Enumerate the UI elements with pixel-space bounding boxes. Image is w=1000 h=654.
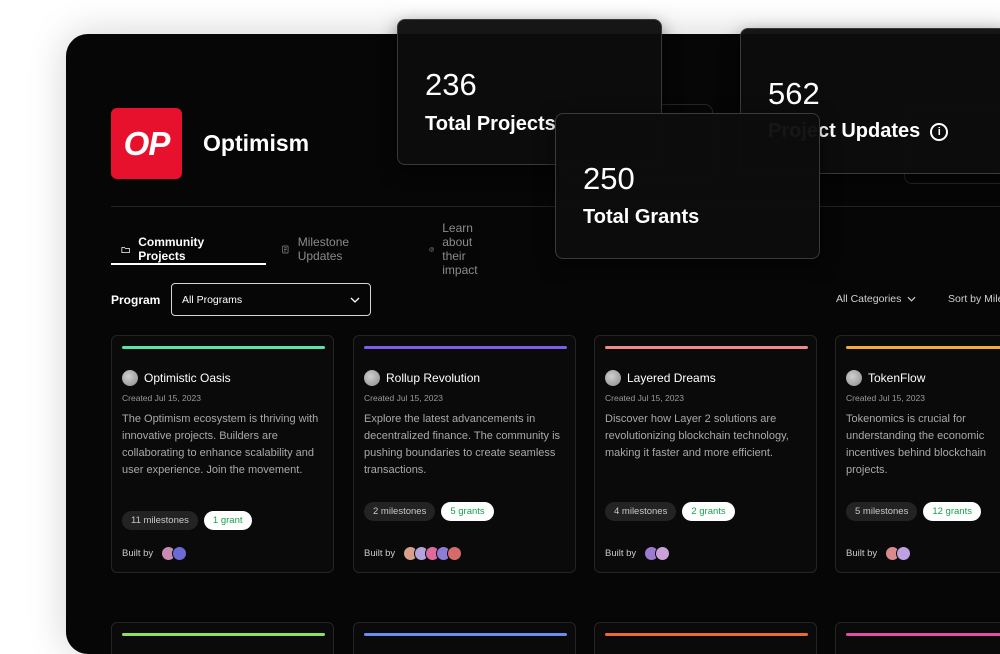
tab-learn-impact[interactable]: Learn about their impact bbox=[429, 221, 487, 277]
project-card[interactable]: Layered Dreams Created Jul 15, 2023 Disc… bbox=[594, 335, 817, 573]
milestones-badge: 2 milestones bbox=[364, 502, 436, 521]
avatar bbox=[447, 546, 463, 561]
stat-value: 236 bbox=[425, 67, 477, 102]
card-accent-bar bbox=[605, 633, 808, 636]
stat-card-total-grants: 250 Total Grants bbox=[555, 113, 820, 259]
project-card[interactable] bbox=[353, 622, 576, 654]
project-avatar bbox=[122, 370, 138, 386]
card-title-text: Rollup Revolution bbox=[386, 371, 481, 385]
project-card[interactable]: Rollup Revolution Created Jul 15, 2023 E… bbox=[353, 335, 576, 573]
built-by: Built by bbox=[122, 546, 188, 561]
card-title: Rollup Revolution bbox=[364, 370, 480, 386]
stat-value: 250 bbox=[583, 161, 635, 196]
card-created-date: Created Jul 15, 2023 bbox=[846, 393, 925, 403]
org-name: Optimism bbox=[203, 130, 310, 156]
built-by: Built by bbox=[605, 546, 671, 561]
tab-milestone-updates[interactable]: Milestone Updates bbox=[281, 234, 355, 264]
stat-label: Total Projects bbox=[425, 113, 556, 135]
program-selected-value: All Programs bbox=[182, 293, 243, 306]
active-tab-indicator bbox=[111, 263, 266, 265]
card-description: The Optimism ecosystem is thriving with … bbox=[122, 413, 319, 476]
card-accent-bar bbox=[605, 346, 808, 349]
chevron-down-icon bbox=[350, 297, 360, 303]
grants-badge: 5 grants bbox=[441, 502, 494, 521]
built-by-label: Built by bbox=[846, 548, 878, 559]
project-card[interactable] bbox=[594, 622, 817, 654]
card-created-date: Created Jul 15, 2023 bbox=[364, 393, 443, 403]
project-avatar bbox=[364, 370, 380, 386]
folder-icon bbox=[121, 246, 130, 253]
sort-filter[interactable]: Sort by Milestones bbox=[948, 293, 1000, 305]
card-created-date: Created Jul 15, 2023 bbox=[605, 393, 684, 403]
project-card[interactable] bbox=[111, 622, 334, 654]
built-by-label: Built by bbox=[605, 548, 637, 559]
card-description: Explore the latest advancements in decen… bbox=[364, 413, 561, 476]
card-title-text: TokenFlow bbox=[868, 371, 926, 385]
chevron-down-icon bbox=[907, 296, 916, 302]
card-description: Tokenomics is crucial for understanding … bbox=[846, 413, 987, 476]
avatar bbox=[172, 546, 188, 561]
card-title: Layered Dreams bbox=[605, 370, 716, 386]
tab-community-projects[interactable]: Community Projects bbox=[121, 234, 210, 264]
info-icon[interactable]: i bbox=[930, 122, 949, 141]
card-title-text: Optimistic Oasis bbox=[144, 371, 231, 385]
avatar bbox=[655, 546, 671, 561]
grants-badge: 1 grant bbox=[203, 511, 252, 530]
card-badges: 2 milestones 5 grants bbox=[364, 502, 494, 521]
card-accent-bar bbox=[846, 346, 1000, 349]
built-by-label: Built by bbox=[122, 548, 154, 559]
card-title-text: Layered Dreams bbox=[627, 371, 716, 385]
built-by-label: Built by bbox=[364, 548, 396, 559]
tab-label: Community Projects bbox=[138, 235, 205, 263]
milestones-badge: 5 milestones bbox=[846, 502, 918, 521]
card-accent-bar bbox=[122, 633, 325, 636]
card-accent-bar bbox=[846, 633, 1000, 636]
category-filter-label: All Categories bbox=[836, 293, 902, 305]
card-created-date: Created Jul 15, 2023 bbox=[122, 393, 201, 403]
card-title: Optimistic Oasis bbox=[122, 370, 231, 386]
card-description: Discover how Layer 2 solutions are revol… bbox=[605, 413, 789, 459]
tab-label: Milestone Updates bbox=[297, 235, 350, 263]
card-badges: 11 milestones 1 grant bbox=[122, 511, 252, 530]
project-avatar bbox=[605, 370, 621, 386]
stat-value: 562 bbox=[768, 76, 820, 111]
stat-label: Total Grants bbox=[583, 206, 700, 228]
target-icon bbox=[429, 246, 434, 252]
tab-label: Learn about their impact bbox=[442, 221, 478, 277]
category-filter[interactable]: All Categories bbox=[836, 293, 916, 305]
optimism-logo: OP bbox=[111, 108, 182, 179]
grants-badge: 2 grants bbox=[682, 502, 735, 521]
logo-text: OP bbox=[123, 124, 171, 162]
card-badges: 4 milestones 2 grants bbox=[605, 502, 735, 521]
avatar bbox=[896, 546, 912, 561]
milestones-badge: 4 milestones bbox=[605, 502, 677, 521]
project-card[interactable]: TokenFlow Created Jul 15, 2023 Tokenomic… bbox=[835, 335, 1000, 573]
project-card[interactable] bbox=[835, 622, 1000, 654]
project-avatar bbox=[846, 370, 862, 386]
milestones-badge: 11 milestones bbox=[122, 511, 198, 530]
sort-filter-label: Sort by Milestones bbox=[948, 293, 1000, 305]
card-accent-bar bbox=[122, 346, 325, 349]
built-by: Built by bbox=[846, 546, 912, 561]
grants-badge: 12 grants bbox=[923, 502, 981, 521]
built-by: Built by bbox=[364, 546, 463, 561]
card-accent-bar bbox=[364, 346, 567, 349]
card-badges: 5 milestones 12 grants bbox=[846, 502, 981, 521]
program-label: Program bbox=[111, 293, 161, 307]
builder-avatars bbox=[885, 546, 912, 561]
project-card[interactable]: Optimistic Oasis Created Jul 15, 2023 Th… bbox=[111, 335, 334, 573]
card-accent-bar bbox=[364, 633, 567, 636]
program-select[interactable]: All Programs bbox=[171, 283, 371, 316]
document-icon bbox=[282, 245, 289, 253]
builder-avatars bbox=[403, 546, 463, 561]
card-title: TokenFlow bbox=[846, 370, 925, 386]
builder-avatars bbox=[644, 546, 671, 561]
builder-avatars bbox=[161, 546, 188, 561]
